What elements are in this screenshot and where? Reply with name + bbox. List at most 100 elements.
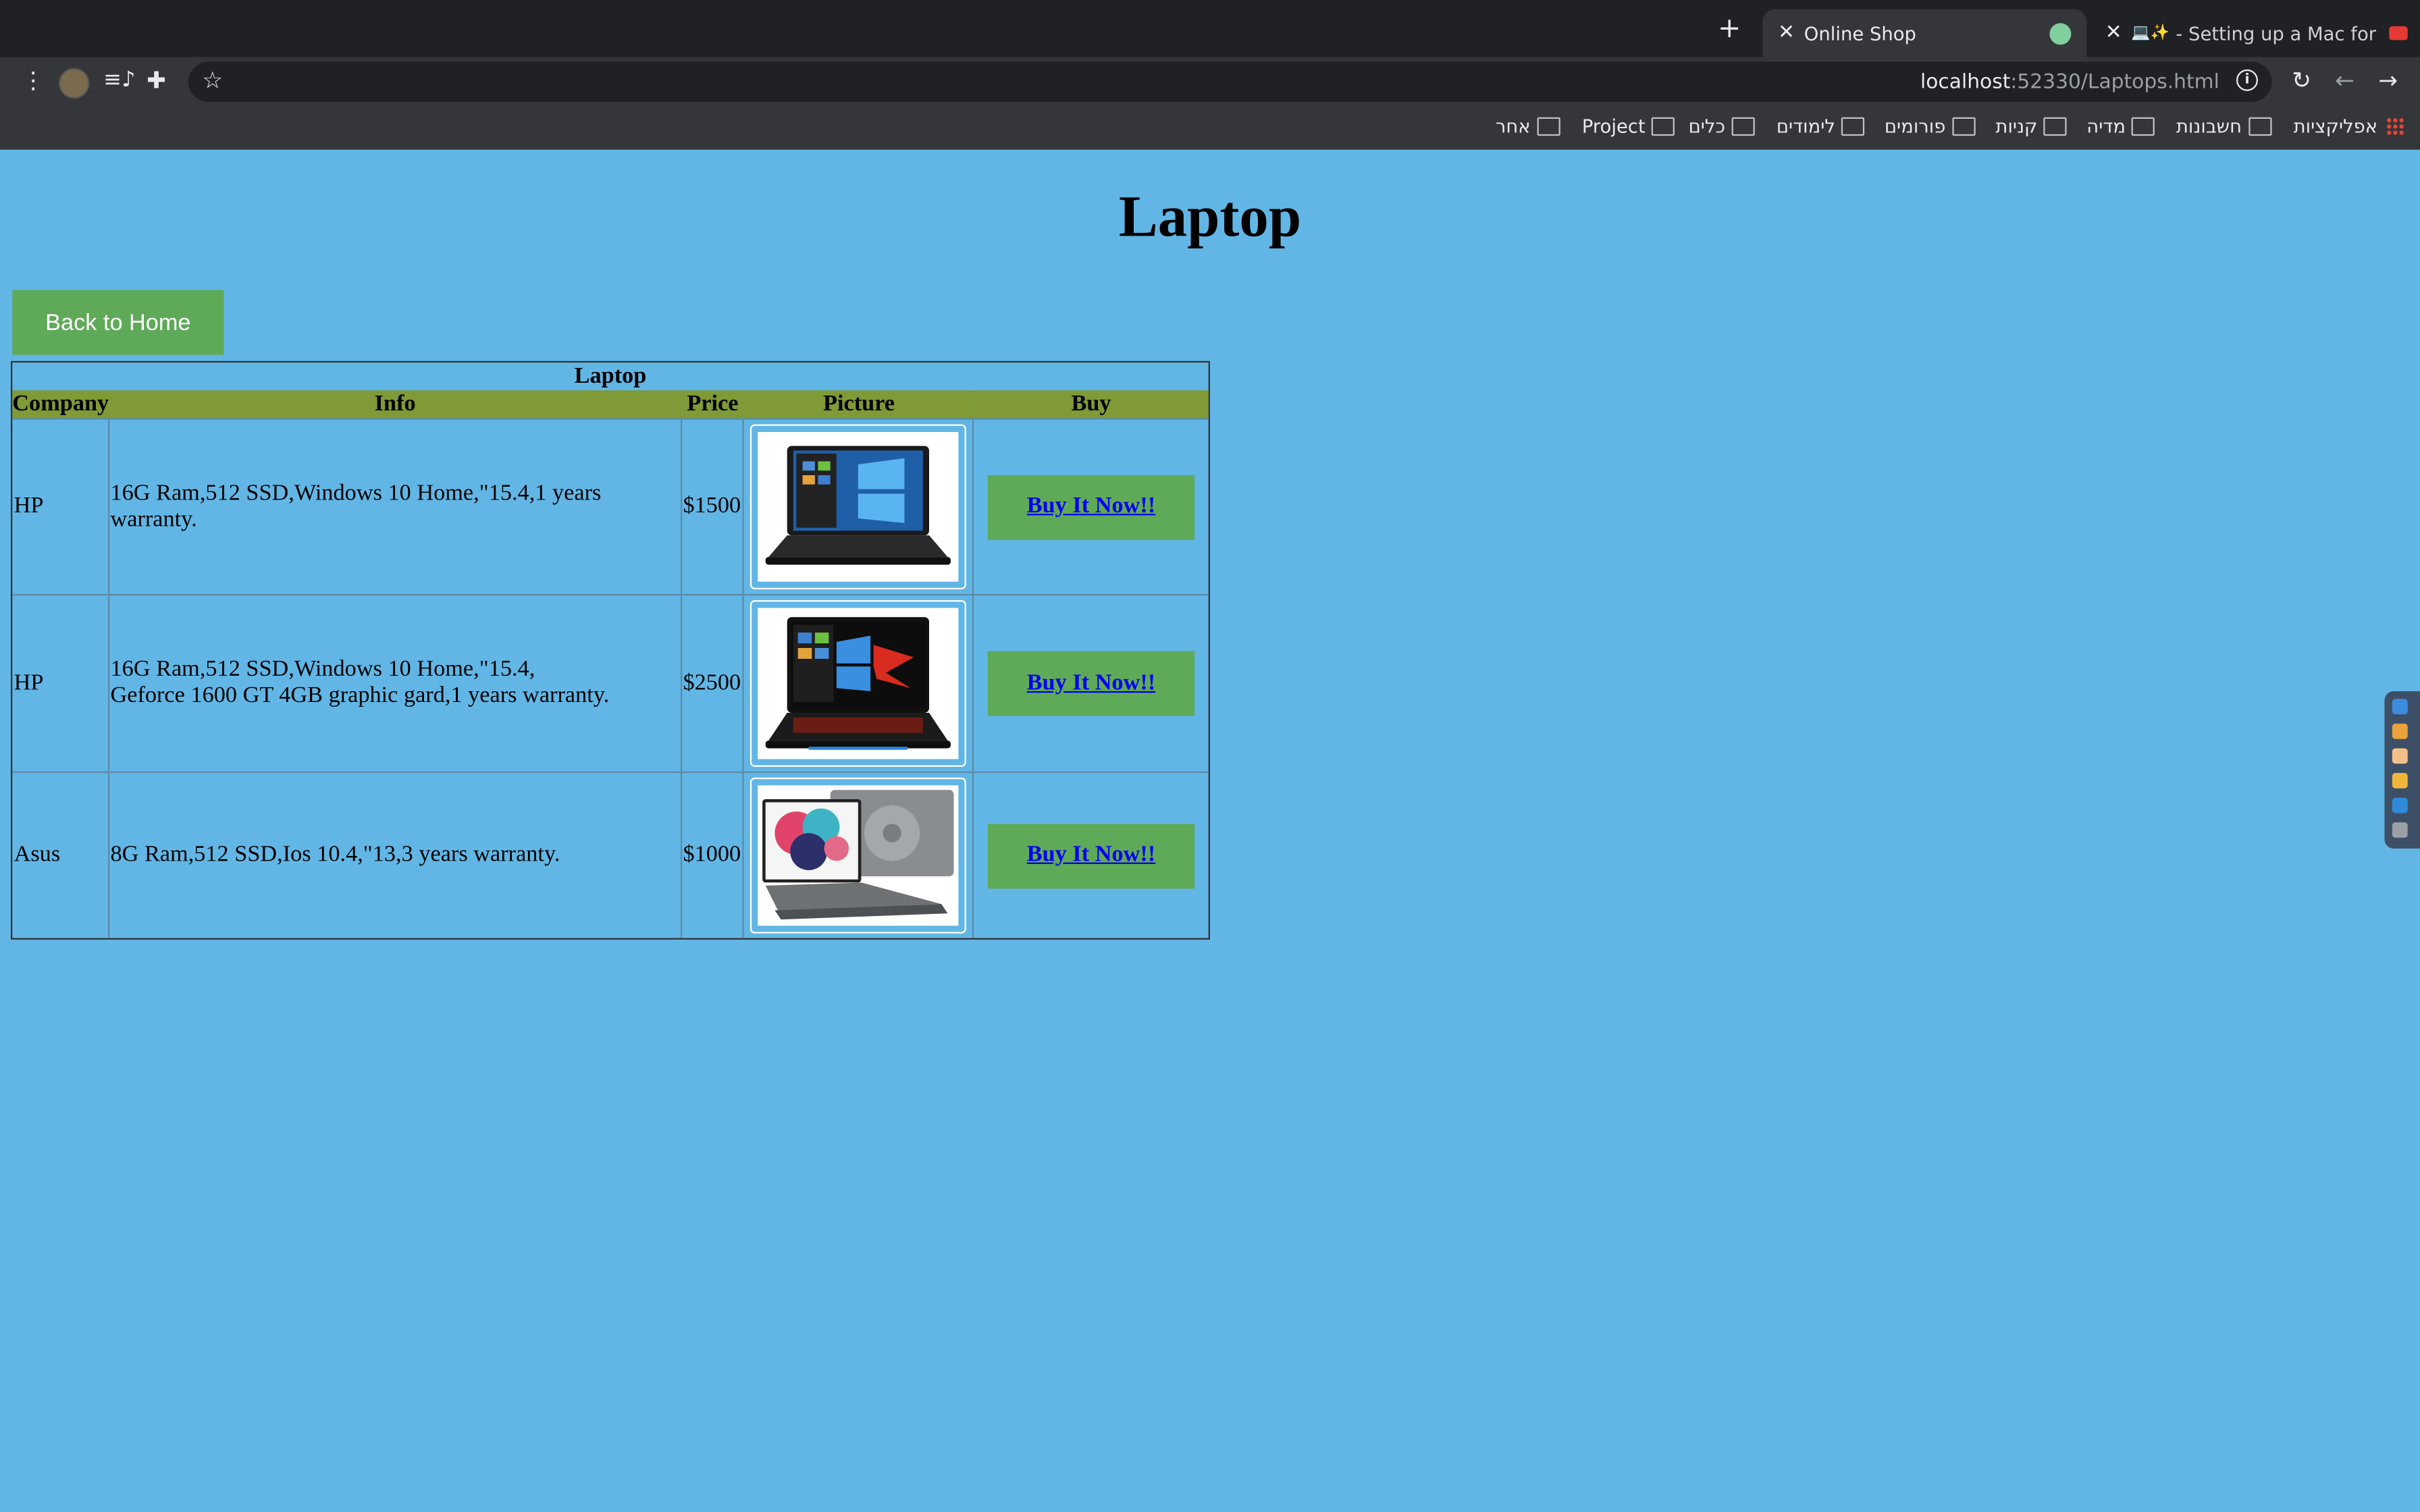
bookmark-label: מדיה: [2086, 115, 2126, 138]
hp-gaming-laptop-image: [758, 608, 959, 759]
browser-chrome: + ✕ Online Shop ✕ 💻✨ - Setting up a Mac …: [0, 0, 2420, 150]
tab-emoji-prefix: 💻✨: [2131, 24, 2170, 42]
price-cell: $2500: [681, 594, 744, 772]
buy-cell: Buy It Now!!: [974, 418, 1209, 594]
info-line: Geforce 1600 GT 4GB graphic gard,1 years…: [110, 683, 610, 709]
page-content: Laptop Back to Home Laptop Company Info …: [0, 150, 2420, 1512]
url-path: :52330/Laptops.html: [2010, 70, 2219, 94]
company-cell: HP: [12, 594, 109, 772]
hp-laptop-image: [758, 432, 959, 582]
bookmark-folder[interactable]: Project: [1582, 115, 1681, 137]
site-info-icon[interactable]: i: [2236, 69, 2259, 91]
picture-cell: [743, 594, 974, 772]
bookmark-label: קניות: [1995, 115, 2038, 138]
bookmark-label: אפליקציות: [2293, 115, 2378, 138]
bookmark-star-icon[interactable]: ☆: [202, 68, 223, 93]
bookmark-folder[interactable]: קניות: [1995, 115, 2073, 137]
tab-setting-up-mac[interactable]: ✕ 💻✨ - Setting up a Mac for W: [2093, 9, 2420, 57]
folder-icon: [1841, 117, 1865, 136]
buy-cell: Buy It Now!!: [974, 594, 1209, 772]
finder-icon[interactable]: [2392, 699, 2408, 715]
vscode-icon[interactable]: [2392, 797, 2408, 813]
bookmark-folder[interactable]: פורומים: [1885, 115, 1981, 137]
table-row: Asus 8G Ram,512 SSD,Ios 10.4,"13,3 years…: [12, 771, 1209, 938]
column-header-picture: Picture: [743, 390, 974, 418]
info-line: 8G Ram,512 SSD,Ios 10.4,"13,3 years warr…: [110, 842, 560, 867]
profile-avatar[interactable]: [58, 68, 90, 99]
info-cell: 8G Ram,512 SSD,Ios 10.4,"13,3 years warr…: [109, 771, 682, 938]
bookmark-folder[interactable]: אחר: [1496, 115, 1566, 137]
apps-grid-icon: [2385, 117, 2404, 136]
folder-icon: [2132, 117, 2155, 136]
extensions-puzzle-icon[interactable]: ✚: [147, 68, 166, 93]
laptop-image-frame: [749, 600, 966, 767]
bookmark-apps[interactable]: אפליקציות: [2294, 115, 2404, 137]
bookmark-folder[interactable]: לימודים: [1777, 115, 1871, 137]
laptop-image-frame: [749, 424, 966, 590]
picture-cell: [743, 418, 974, 595]
info-cell: 16G Ram,512 SSD,Windows 10 Home,"15.4,1 …: [109, 418, 682, 595]
forward-arrow-icon[interactable]: →: [2378, 68, 2398, 93]
back-to-home-button[interactable]: Back to Home: [12, 290, 224, 355]
bookmark-label: לימודים: [1776, 115, 1835, 138]
price-cell: $1500: [681, 418, 744, 595]
bookmark-folder[interactable]: מדיה: [2086, 115, 2161, 137]
tab-strip: + ✕ Online Shop ✕ 💻✨ - Setting up a Mac …: [0, 0, 2420, 57]
tab-title: Online Shop: [1804, 22, 1916, 45]
back-arrow-icon[interactable]: ←: [2335, 68, 2355, 93]
bookmark-label: Project: [1581, 115, 1646, 138]
tab-online-shop[interactable]: ✕ Online Shop: [1762, 9, 2087, 57]
bookmark-folder[interactable]: חשבונות: [2176, 115, 2278, 137]
table-row: HP 16G Ram,512 SSD,Windows 10 Home,"15.4…: [12, 594, 1209, 772]
browser-toolbar: ⋮ ≡♪ ✚ ☆ localhost:52330/Laptops.html i …: [0, 57, 2420, 105]
company-cell: HP: [12, 418, 109, 595]
folder-icon: [1951, 117, 1975, 136]
column-header-buy: Buy: [974, 390, 1209, 418]
reload-icon[interactable]: ↻: [2292, 68, 2311, 93]
dock-edge: [2384, 691, 2420, 849]
youtube-icon: [2389, 26, 2408, 40]
info-line: 16G Ram,512 SSD,Windows 10 Home,"15.4,: [110, 657, 535, 682]
folder-icon: [2248, 117, 2271, 136]
bookmark-label: אחר: [1495, 115, 1531, 138]
bookmark-label: חשבונות: [2176, 115, 2242, 138]
bookmark-folder[interactable]: כלים: [1689, 115, 1761, 137]
buy-it-now-button[interactable]: Buy It Now!!: [987, 823, 1195, 888]
table-row: HP 16G Ram,512 SSD,Windows 10 Home,"15.4…: [12, 418, 1209, 595]
table-header-row: Company Info Price Picture Buy: [12, 390, 1209, 418]
laptop-table: Laptop Company Info Price Picture Buy HP…: [11, 360, 1211, 940]
column-header-price: Price: [681, 390, 744, 418]
close-tab-icon[interactable]: ✕: [1778, 22, 1795, 45]
column-header-company: Company: [12, 390, 109, 418]
new-tab-plus-icon[interactable]: +: [1718, 15, 1741, 43]
trash-icon[interactable]: [2392, 822, 2408, 838]
buy-it-now-button[interactable]: Buy It Now!!: [987, 474, 1195, 539]
laptop-image-frame: [749, 778, 966, 934]
buy-cell: Buy It Now!!: [974, 771, 1209, 938]
bookmark-label: כלים: [1688, 115, 1725, 138]
media-playlist-icon[interactable]: ≡♪: [103, 68, 135, 93]
picture-cell: [743, 771, 974, 938]
page-title: Laptop: [1118, 185, 1302, 250]
info-cell: 16G Ram,512 SSD,Windows 10 Home,"15.4, G…: [109, 594, 682, 772]
folder-icon: [1651, 117, 1675, 136]
tab-favicon-icon: [2049, 22, 2072, 45]
kebab-menu-icon[interactable]: ⋮: [22, 68, 45, 93]
bookmarks-bar: אפליקציות חשבונות מדיה קניות פורומים לימ…: [0, 105, 2420, 149]
column-header-info: Info: [109, 390, 682, 418]
company-cell: Asus: [12, 771, 109, 938]
price-cell: $1000: [681, 771, 744, 938]
table-caption: Laptop: [574, 363, 647, 388]
folder-icon: [1536, 117, 1560, 136]
folder-icon[interactable]: [2392, 773, 2408, 788]
bookmark-label: פורומים: [1884, 115, 1946, 138]
close-tab-icon[interactable]: ✕: [2105, 22, 2122, 45]
address-bar[interactable]: ☆ localhost:52330/Laptops.html i: [188, 61, 2272, 102]
tab-title: - Setting up a Mac for W: [2176, 22, 2384, 45]
app-icon[interactable]: [2392, 748, 2408, 764]
folder-icon: [1731, 117, 1755, 136]
chrome-icon[interactable]: [2392, 724, 2408, 739]
info-line: 16G Ram,512 SSD,Windows 10 Home,"15.4,1 …: [110, 481, 602, 532]
asus-laptop-image: [758, 785, 959, 926]
buy-it-now-button[interactable]: Buy It Now!!: [987, 651, 1195, 716]
